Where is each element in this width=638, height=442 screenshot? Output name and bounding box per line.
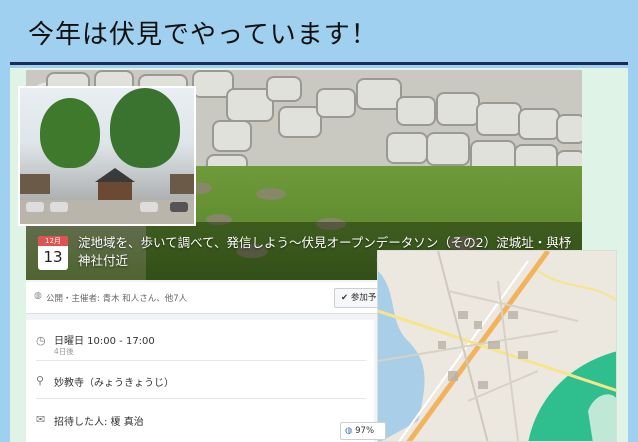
join-button-label: 参加予	[350, 293, 377, 303]
car	[26, 202, 44, 212]
zoom-indicator[interactable]: ◍ 97%	[340, 422, 386, 440]
tree	[40, 98, 100, 168]
divider	[36, 398, 366, 399]
shrine-photo	[18, 86, 196, 226]
event-location[interactable]: ⚲ 妙教寺（みょうきょうじ）	[26, 370, 374, 392]
shrine-building	[98, 182, 132, 202]
event-details: ◷ 日曜日 10:00 - 17:00 4日後 ⚲ 妙教寺（みょうきょうじ） ✉…	[26, 320, 374, 442]
globe-icon: ◍	[345, 426, 353, 436]
divider	[36, 360, 366, 361]
event-time-relative: 4日後	[54, 347, 74, 356]
map-pin-icon: ⚲	[36, 374, 45, 387]
car	[170, 202, 188, 212]
globe-icon: ◍	[34, 291, 42, 301]
slide-title: 今年は伏見でやっています！	[28, 20, 378, 50]
building	[170, 174, 194, 194]
event-day: 13	[43, 248, 63, 266]
map-graphic	[378, 251, 616, 441]
check-icon: ✔	[341, 293, 349, 303]
event-location-name[interactable]: 妙教寺（みょうきょうじ）	[54, 374, 174, 389]
title-underline	[10, 62, 628, 65]
car	[50, 202, 68, 212]
car	[140, 202, 158, 212]
clock-icon: ◷	[36, 334, 46, 347]
tree	[110, 88, 180, 168]
shrine-roof	[95, 168, 135, 182]
event-month: 12月	[38, 236, 68, 246]
zoom-level: 97%	[355, 426, 375, 436]
building	[20, 174, 50, 194]
event-time: ◷ 日曜日 10:00 - 17:00 4日後	[26, 330, 374, 356]
location-map[interactable]	[377, 250, 617, 442]
event-visibility-host[interactable]: 公開・主催者: 青木 和人さん、他7人	[46, 292, 187, 304]
event-invited: ✉ 招待した人: 榎 真治	[26, 410, 374, 432]
mail-icon: ✉	[36, 413, 46, 426]
event-time-main: 日曜日 10:00 - 17:00	[54, 336, 155, 347]
event-date-badge: 12月 13	[38, 236, 68, 270]
event-invited-by[interactable]: 招待した人: 榎 真治	[54, 413, 144, 428]
